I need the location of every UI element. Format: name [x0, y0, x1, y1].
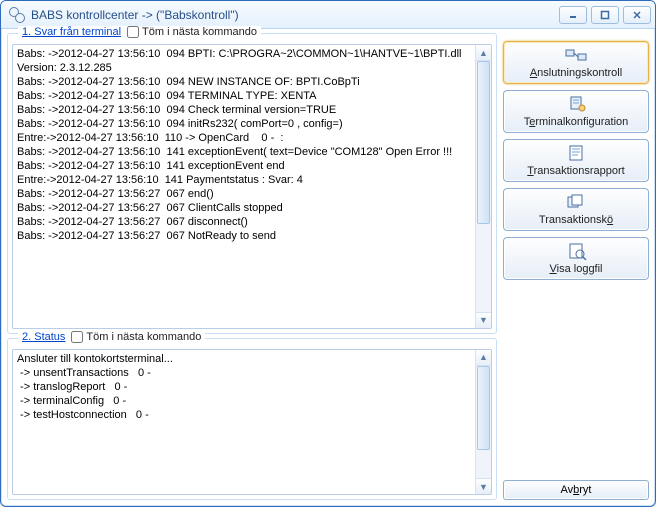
app-icon	[9, 7, 25, 23]
terminal-config-button[interactable]: Terminalkonfiguration	[503, 90, 649, 133]
terminal-log-scrollbar[interactable]: ▲ ▼	[475, 45, 491, 328]
window-title: BABS kontrollcenter -> ("Babskontroll")	[31, 8, 559, 22]
status-group: 2. Status Töm i nästa kommando Ansluter …	[7, 338, 497, 500]
scroll-down-icon[interactable]: ▼	[476, 478, 491, 494]
top-row: 1. Svar från terminal Töm i nästa komman…	[7, 33, 649, 334]
panel2-clear-checkbox-label[interactable]: Töm i nästa kommando	[71, 331, 201, 343]
titlebar[interactable]: BABS kontrollcenter -> ("Babskontroll")	[1, 1, 655, 29]
report-icon	[564, 143, 588, 163]
bottom-row: 2. Status Töm i nästa kommando Ansluter …	[7, 338, 649, 500]
logfile-icon	[564, 241, 588, 261]
panel2-clear-checkbox[interactable]	[71, 331, 83, 343]
client-area: 1. Svar från terminal Töm i nästa komman…	[1, 29, 655, 506]
panel2-checkbox-text: Töm i nästa kommando	[86, 331, 201, 343]
close-button[interactable]	[623, 6, 651, 24]
panel2-legend-link[interactable]: 2. Status	[22, 331, 65, 343]
minimize-button[interactable]	[559, 6, 587, 24]
action-buttons-column: Anslutningskontroll Terminalkonfiguratio…	[503, 33, 649, 334]
status-log-text: Ansluter till kontokortsterminal... -> u…	[17, 352, 489, 422]
status-log-pane[interactable]: Ansluter till kontokortsterminal... -> u…	[12, 349, 492, 495]
terminal-log-pane[interactable]: Babs: ->2012-04-27 13:56:10 094 BPTI: C:…	[12, 44, 492, 329]
maximize-button[interactable]	[591, 6, 619, 24]
scroll-down-icon[interactable]: ▼	[476, 312, 491, 328]
status-log-scrollbar[interactable]: ▲ ▼	[475, 350, 491, 494]
terminal-log-text: Babs: ->2012-04-27 13:56:10 094 BPTI: C:…	[17, 47, 489, 243]
config-icon	[564, 94, 588, 114]
terminal-response-group: 1. Svar från terminal Töm i nästa komman…	[7, 33, 497, 334]
scroll-thumb[interactable]	[477, 61, 490, 224]
scroll-track[interactable]	[476, 366, 491, 478]
transaction-queue-button[interactable]: Transaktionskö	[503, 188, 649, 231]
panel1-checkbox-text: Töm i nästa kommando	[142, 26, 257, 38]
connection-icon	[564, 45, 588, 65]
scroll-up-icon[interactable]: ▲	[476, 45, 491, 61]
scroll-thumb[interactable]	[477, 366, 490, 450]
scroll-track[interactable]	[476, 61, 491, 312]
bottom-buttons-column: Avbryt	[503, 338, 649, 500]
panel1-legend-link[interactable]: 1. Svar från terminal	[22, 26, 121, 38]
panel1-clear-checkbox[interactable]	[127, 26, 139, 38]
connection-check-button[interactable]: Anslutningskontroll	[503, 41, 649, 84]
cancel-button[interactable]: Avbryt	[503, 480, 649, 500]
main-window: BABS kontrollcenter -> ("Babskontroll") …	[0, 0, 656, 507]
window-buttons	[559, 6, 651, 24]
panel1-clear-checkbox-label[interactable]: Töm i nästa kommando	[127, 26, 257, 38]
scroll-up-icon[interactable]: ▲	[476, 350, 491, 366]
show-logfile-button[interactable]: Visa loggfil	[503, 237, 649, 280]
transaction-report-button[interactable]: Transaktionsrapport	[503, 139, 649, 182]
queue-icon	[564, 192, 588, 212]
